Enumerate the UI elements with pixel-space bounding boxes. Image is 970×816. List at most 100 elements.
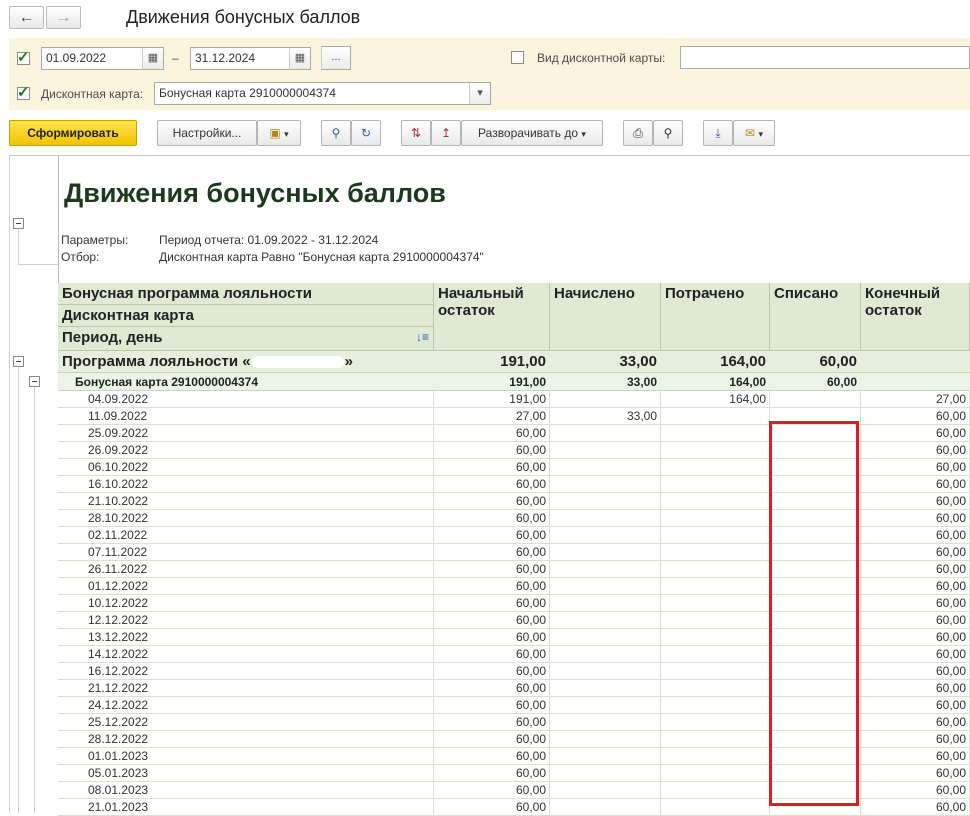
cell-group <box>58 714 434 730</box>
preview-button[interactable]: ⚲ <box>653 120 683 146</box>
cell-end: 60,00 <box>861 663 970 679</box>
cell-accrued: 33,00 <box>550 408 661 424</box>
find-button[interactable]: ⚲ <box>321 120 351 146</box>
cell-start: 60,00 <box>434 544 550 560</box>
chevron-down-icon: ▾ <box>758 129 763 139</box>
expand-all-button[interactable]: ⇅ <box>401 120 431 146</box>
print-button[interactable]: ⎙ <box>623 120 653 146</box>
cell-start: 27,00 <box>434 408 550 424</box>
cell-spent <box>661 544 770 560</box>
cell-start: 60,00 <box>434 425 550 441</box>
calendar-icon: ▦ <box>147 52 159 64</box>
program-spent: 164,00 <box>720 353 766 370</box>
cell-end: 60,00 <box>861 646 970 662</box>
card-row[interactable]: Бонусная карта 2910000004374 191,00 33,0… <box>58 373 970 391</box>
filter-label: Отбор: <box>61 250 100 264</box>
cell-group <box>58 663 434 679</box>
card-field[interactable]: Бонусная карта 2910000004374 <box>154 82 470 105</box>
forward-button[interactable]: → <box>46 6 81 29</box>
cell-start: 60,00 <box>434 442 550 458</box>
cell-spent <box>661 680 770 696</box>
report-title: Движения бонусных баллов <box>64 178 446 208</box>
card-checkbox[interactable] <box>17 83 30 101</box>
program-collapse-icon[interactable] <box>13 356 24 367</box>
envelope-icon: ✉ <box>745 126 756 140</box>
send-email-button[interactable]: ✉ ▾ <box>733 120 775 146</box>
find-next-button[interactable]: ↻ <box>351 120 381 146</box>
cell-accrued <box>550 697 661 713</box>
cell-group <box>58 578 434 594</box>
expand-rows-icon: ⇅ <box>410 126 422 140</box>
card-type-field[interactable] <box>680 46 970 69</box>
period-select-button[interactable]: ... <box>321 46 351 70</box>
cell-group <box>58 544 434 560</box>
save-button[interactable]: ⤓ <box>703 120 733 146</box>
cell-group <box>58 425 434 441</box>
cell-start: 60,00 <box>434 663 550 679</box>
cell-accrued <box>550 476 661 492</box>
cell-group <box>58 510 434 526</box>
cell-group <box>58 442 434 458</box>
cell-start: 60,00 <box>434 731 550 747</box>
cell-end: 27,00 <box>861 391 970 407</box>
cell-start: 60,00 <box>434 748 550 764</box>
calendar-from-button[interactable]: ▦ <box>142 47 164 70</box>
cell-spent <box>661 476 770 492</box>
card-dropdown-button[interactable]: ▾ <box>469 82 491 105</box>
cell-group <box>58 782 434 798</box>
variants-button[interactable]: ▣ ▾ <box>257 120 301 146</box>
card-name: Бонусная карта 2910000004374 <box>75 375 259 389</box>
calendar-to-button[interactable]: ▦ <box>289 47 311 70</box>
cell-group <box>58 476 434 492</box>
cell-end: 60,00 <box>861 425 970 441</box>
cell-group <box>58 731 434 747</box>
program-row[interactable]: Программа лояльности «» 191,00 33,00 164… <box>58 351 970 373</box>
cell-accrued <box>550 425 661 441</box>
card-collapse-icon[interactable] <box>29 376 40 387</box>
cell-spent <box>661 663 770 679</box>
cell-start: 60,00 <box>434 561 550 577</box>
printer-icon: ⎙ <box>633 126 643 140</box>
cell-start: 60,00 <box>434 714 550 730</box>
generate-button[interactable]: Сформировать <box>9 120 137 146</box>
cell-end: 60,00 <box>861 544 970 560</box>
cell-accrued <box>550 680 661 696</box>
cell-group <box>58 595 434 611</box>
collapse-all-button[interactable]: ↥ <box>431 120 461 146</box>
cell-spent <box>661 765 770 781</box>
download-icon: ⤓ <box>715 126 721 140</box>
sort-icon[interactable]: ↓≡ <box>416 330 429 344</box>
cell-accrued <box>550 612 661 628</box>
header-group-collapse-icon[interactable] <box>13 218 24 229</box>
cell-end: 60,00 <box>861 714 970 730</box>
date-from-field[interactable]: 01.09.2022 <box>41 47 143 70</box>
cell-spent <box>661 510 770 526</box>
cell-spent <box>661 782 770 798</box>
period-checkbox[interactable] <box>17 48 30 66</box>
filter-value: Дисконтная карта Равно "Бонусная карта 2… <box>159 250 484 264</box>
cell-accrued <box>550 391 661 407</box>
cell-end: 60,00 <box>861 782 970 798</box>
cell-accrued <box>550 544 661 560</box>
back-button[interactable]: ← <box>9 6 44 29</box>
arrow-left-icon: ← <box>18 9 35 26</box>
card-spent: 164,00 <box>729 375 766 389</box>
expand-to-button[interactable]: Разворачивать до ▾ <box>461 120 603 146</box>
cell-spent <box>661 748 770 764</box>
cell-spent <box>661 578 770 594</box>
cell-group <box>58 408 434 424</box>
cell-end: 60,00 <box>861 510 970 526</box>
cell-start: 60,00 <box>434 476 550 492</box>
table-row[interactable]: 04.09.2022 191,00 164,00 27,00 <box>58 391 970 408</box>
settings-button[interactable]: Настройки... <box>157 120 257 146</box>
cell-written-off <box>770 391 861 407</box>
highlight-box <box>769 421 859 806</box>
cell-group <box>58 612 434 628</box>
header-loyalty-program: Бонусная программа лояльности <box>58 283 434 305</box>
cell-spent <box>661 561 770 577</box>
cell-group <box>58 629 434 645</box>
date-to-field[interactable]: 31.12.2024 <box>190 47 290 70</box>
card-type-checkbox[interactable] <box>511 51 524 64</box>
cell-spent <box>661 595 770 611</box>
cell-accrued <box>550 629 661 645</box>
